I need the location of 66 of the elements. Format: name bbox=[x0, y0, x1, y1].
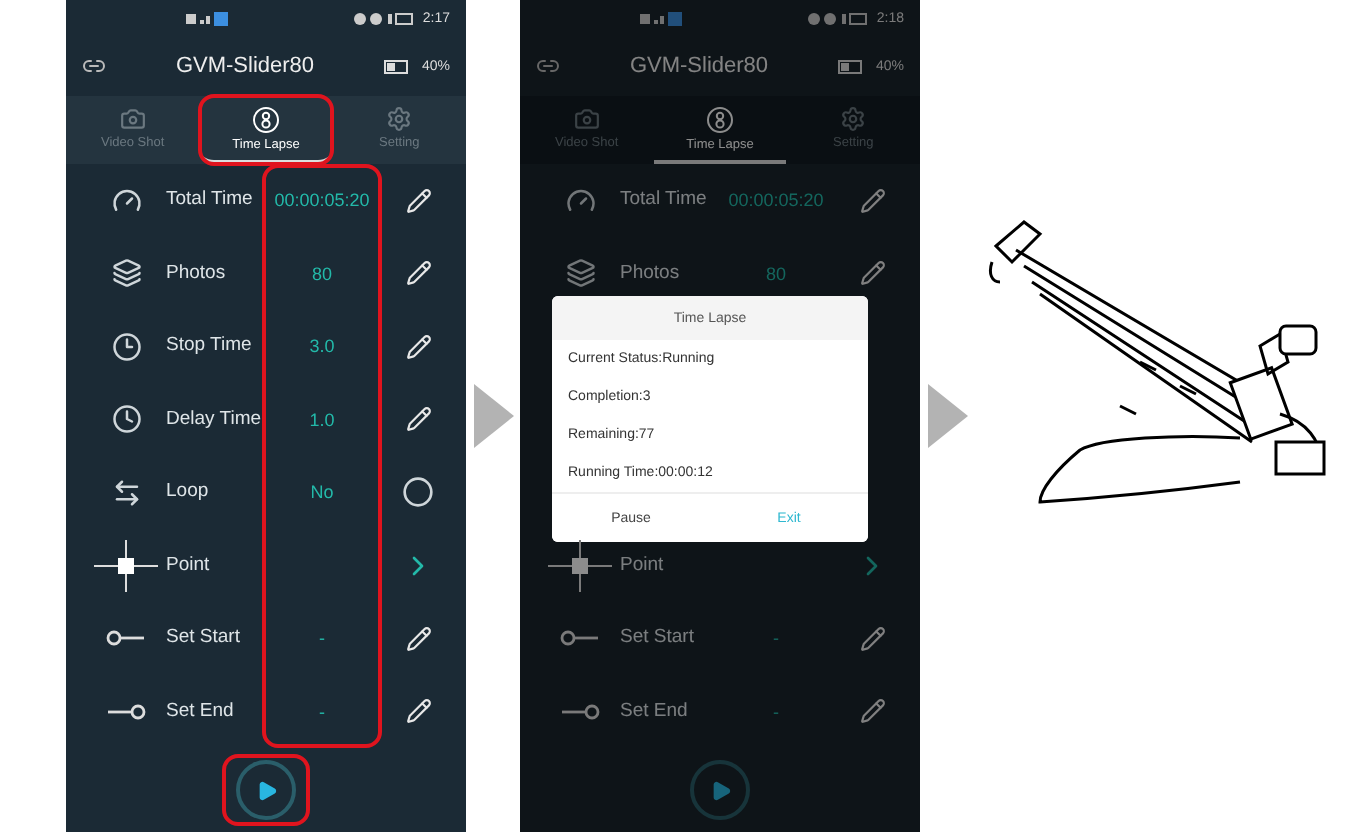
status-icons bbox=[186, 11, 230, 25]
edit-icon[interactable] bbox=[405, 625, 431, 652]
edit-icon[interactable] bbox=[405, 698, 431, 725]
start-marker-icon bbox=[560, 628, 600, 649]
row-label: Delay Time bbox=[166, 409, 262, 430]
row-label: Total Time bbox=[620, 190, 707, 211]
status-icons bbox=[808, 11, 869, 25]
row-value: - bbox=[319, 701, 325, 722]
battery-icon bbox=[383, 59, 410, 73]
row-value: - bbox=[773, 628, 779, 649]
row-value: 1.0 bbox=[309, 409, 335, 430]
camera-icon bbox=[573, 106, 600, 132]
play-icon bbox=[255, 779, 277, 801]
row-label: Set Start bbox=[166, 628, 240, 649]
settings-icon bbox=[386, 106, 413, 132]
play-button[interactable] bbox=[688, 758, 752, 822]
arrow-right-icon bbox=[927, 384, 967, 448]
row-value: 00:00:05:20 bbox=[274, 190, 370, 211]
start-marker-icon bbox=[106, 628, 146, 649]
row-value: 3.0 bbox=[309, 336, 335, 357]
end-marker-icon bbox=[560, 701, 600, 722]
edit-icon[interactable] bbox=[405, 260, 431, 287]
row-label: Stop Time bbox=[166, 336, 252, 357]
edit-icon[interactable] bbox=[405, 406, 431, 433]
arrows-icon bbox=[111, 477, 141, 508]
row-value: 80 bbox=[765, 263, 786, 284]
play-button[interactable] bbox=[222, 754, 310, 826]
arrow-right-icon bbox=[473, 384, 513, 448]
row-label: Point bbox=[620, 555, 664, 576]
edit-icon[interactable] bbox=[405, 333, 431, 360]
row-value: No bbox=[310, 482, 334, 503]
row-value: 80 bbox=[311, 263, 332, 284]
status-icons bbox=[640, 11, 684, 25]
row-label: Set Start bbox=[620, 628, 694, 649]
row-label: Photos bbox=[620, 263, 680, 284]
row-label: Set End bbox=[166, 701, 234, 722]
timelapse-icon bbox=[252, 105, 280, 133]
link-icon[interactable] bbox=[536, 54, 560, 78]
play-icon bbox=[709, 779, 731, 801]
row-value: - bbox=[773, 701, 779, 722]
battery-icon bbox=[837, 59, 864, 73]
gauge-icon bbox=[111, 185, 141, 216]
row-value: - bbox=[319, 628, 325, 649]
app-title: GVM-Slider80 bbox=[173, 54, 317, 78]
end-marker-icon bbox=[106, 701, 146, 722]
link-icon[interactable] bbox=[82, 54, 106, 78]
crosshair-icon bbox=[548, 539, 612, 592]
timelapse-icon bbox=[706, 105, 734, 133]
gauge-icon bbox=[565, 185, 595, 216]
camera-icon bbox=[119, 106, 146, 132]
row-label: Photos bbox=[166, 263, 226, 284]
app-title: GVM-Slider80 bbox=[627, 54, 771, 78]
row-label: Set End bbox=[620, 701, 688, 722]
toggle-icon[interactable] bbox=[402, 476, 434, 509]
edit-icon[interactable] bbox=[405, 187, 431, 214]
row-label: Point bbox=[166, 555, 210, 576]
row-label: Loop bbox=[166, 482, 209, 503]
clock-icon bbox=[111, 331, 141, 362]
row-label: Total Time bbox=[166, 190, 253, 211]
layers-icon bbox=[565, 258, 595, 289]
row-value: 00:00:05:20 bbox=[728, 190, 824, 211]
layers-icon bbox=[111, 258, 141, 289]
settings-icon bbox=[840, 106, 867, 132]
clock-icon bbox=[111, 404, 141, 435]
status-icons bbox=[354, 11, 415, 25]
crosshair-icon bbox=[94, 539, 158, 592]
